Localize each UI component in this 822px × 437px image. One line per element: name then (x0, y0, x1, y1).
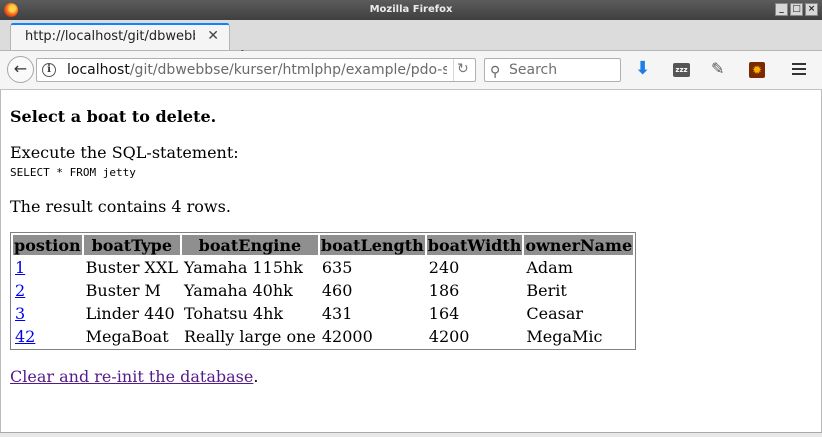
table-cell: Tohatsu 4hk (183, 304, 284, 323)
column-header: boatLength (319, 235, 425, 255)
column-header: boatWidth (426, 235, 523, 255)
exec-label: Execute the SQL-statement: (10, 143, 239, 162)
boat-link[interactable]: 3 (15, 304, 25, 323)
close-tab-icon[interactable]: ✕ (207, 24, 219, 49)
table-cell: 164 (428, 304, 460, 323)
table-cell: MegaMic (526, 327, 603, 346)
table-cell: 460 (321, 281, 353, 300)
cell-position: 3 (13, 303, 82, 324)
table-cell: 42000 (321, 327, 373, 346)
url-separator (453, 59, 454, 81)
table-cell: Ceasar (526, 304, 584, 323)
table-cell: Yamaha 40hk (183, 281, 293, 300)
cell-position: 1 (13, 257, 82, 278)
boat-link[interactable]: 1 (15, 258, 25, 277)
tab-active[interactable]: http://localhost/git/dbwebbse/kurser/htm… (10, 23, 230, 50)
gear-icon[interactable]: ✹ (749, 62, 765, 78)
info-icon[interactable]: i (42, 63, 56, 77)
table-cell: MegaBoat (85, 327, 169, 346)
table-row: 3 Linder 440 Tohatsu 4hk 431 164 Ceasar (13, 303, 633, 324)
close-window-icon[interactable]: × (805, 3, 818, 16)
zzz-icon[interactable]: zzz (673, 63, 690, 77)
table-cell: 186 (428, 281, 460, 300)
search-input[interactable]: ⚲ Search (484, 58, 621, 82)
table-cell: 4200 (428, 327, 470, 346)
page-heading: Select a boat to delete. (10, 107, 217, 126)
table-header-row: postion boatType boatEngine boatLength b… (13, 235, 634, 255)
column-header: postion (13, 235, 82, 255)
tab-accent (11, 23, 229, 25)
sql-statement: SELECT * FROM jetty (10, 166, 136, 179)
hamburger-menu-icon[interactable] (792, 63, 806, 79)
column-header: ownerName (524, 235, 634, 255)
table-cell: Berit (526, 281, 567, 300)
minimize-icon[interactable]: _ (775, 3, 788, 16)
cell-position: 42 (13, 326, 82, 347)
navigation-toolbar: ← i localhost/git/dbwebbse/kurser/htmlph… (0, 51, 822, 90)
table-cell: Buster M (85, 281, 161, 300)
column-header: boatType (83, 235, 180, 255)
table-row: 1 Buster XXL Yamaha 115hk 635 240 Adam (13, 257, 633, 278)
window-title: Mozilla Firefox (369, 4, 453, 15)
table-cell: Linder 440 (85, 304, 175, 323)
boat-table: postion boatType boatEngine boatLength b… (10, 232, 637, 350)
search-icon: ⚲ (490, 64, 501, 80)
search-placeholder: Search (509, 62, 558, 78)
url-host: localhost (67, 62, 130, 78)
table-cell: 635 (321, 258, 353, 277)
result-text: The result contains 4 rows. (10, 197, 231, 216)
download-icon[interactable]: ⬇ (635, 58, 651, 79)
reinit-suffix: . (253, 367, 259, 386)
page-content: Select a boat to delete. Execute the SQL… (0, 90, 822, 432)
tab-title: http://localhost/git/dbwebbse/kurser/htm… (25, 29, 195, 44)
table-cell: Buster XXL (85, 258, 178, 277)
window-bottom-edge (0, 432, 822, 437)
table-cell: Yamaha 115hk (183, 258, 303, 277)
maximize-icon[interactable]: □ (790, 3, 803, 16)
eyedropper-icon[interactable]: ✎ (711, 59, 727, 78)
table-row: 2 Buster M Yamaha 40hk 460 186 Berit (13, 280, 633, 301)
table-cell: 240 (428, 258, 460, 277)
reinit-paragraph: Clear and re-init the database. (10, 367, 258, 386)
url-bar[interactable]: i localhost/git/dbwebbse/kurser/htmlphp/… (36, 58, 476, 82)
url-path: /git/dbwebbse/kurser/htmlphp/example/pdo… (129, 62, 447, 78)
table-cell: Really large one (183, 327, 316, 346)
back-arrow-icon[interactable]: ← (7, 56, 34, 83)
reload-icon[interactable]: ↻ (457, 61, 469, 77)
firefox-logo-icon (4, 3, 18, 17)
cell-position: 2 (13, 280, 82, 301)
window-titlebar: Mozilla Firefox _ □ × (0, 0, 822, 20)
table-cell: 431 (321, 304, 353, 323)
column-header: boatEngine (181, 235, 318, 255)
boat-link[interactable]: 2 (15, 281, 25, 300)
boat-link[interactable]: 42 (15, 327, 35, 346)
reinit-link[interactable]: Clear and re-init the database (10, 367, 253, 386)
tab-strip: http://localhost/git/dbwebbse/kurser/htm… (0, 20, 822, 66)
table-row: 42 MegaBoat Really large one 42000 4200 … (13, 326, 633, 347)
url-text[interactable]: localhost/git/dbwebbse/kurser/htmlphp/ex… (67, 62, 447, 79)
table-cell: Adam (526, 258, 573, 277)
window-controls: _ □ × (775, 3, 818, 16)
